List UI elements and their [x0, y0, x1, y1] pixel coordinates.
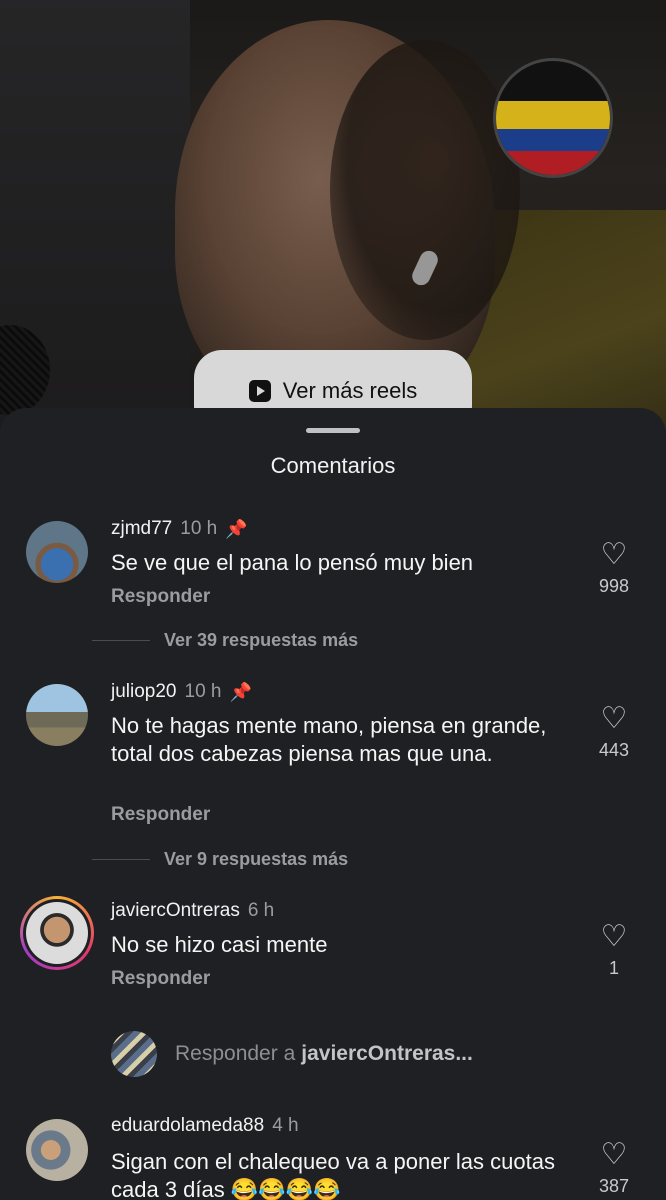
view-replies-button[interactable]: Ver 9 respuestas más	[92, 849, 348, 870]
view-replies-label: Ver 9 respuestas más	[164, 849, 349, 869]
view-replies-button[interactable]: Ver 39 respuestas más	[92, 630, 358, 651]
reply-input-row[interactable]: Responder a javiercOntreras...	[111, 1031, 473, 1077]
comment-text: No se hizo casi mente	[111, 932, 328, 957]
divider-line	[92, 859, 150, 860]
comment-time: 4 h	[272, 1115, 299, 1136]
view-replies-label: Ver 39 respuestas más	[164, 630, 359, 650]
like-button[interactable]: ♡ 387	[588, 1140, 640, 1197]
like-button[interactable]: ♡ 1	[588, 922, 640, 979]
like-count: 387	[598, 1176, 630, 1196]
avatar[interactable]	[26, 1119, 88, 1181]
like-count: 1	[608, 958, 619, 978]
heart-outline-icon: ♡	[600, 538, 628, 571]
comment-meta: zjmd77 10 h 📌	[111, 518, 248, 540]
comment-time: 10 h	[184, 681, 222, 702]
comment-meta: eduardolameda88 4 h	[111, 1115, 299, 1137]
comment-text: No te hagas mente mano, piensa en grande…	[111, 713, 547, 766]
avatar[interactable]	[26, 521, 88, 583]
sheet-drag-handle[interactable]	[306, 428, 360, 433]
heart-outline-icon: ♡	[600, 702, 628, 735]
pin-icon: 📌	[229, 681, 252, 702]
comment-username[interactable]: eduardolameda88	[111, 1115, 264, 1137]
comment-meta: juliop20 10 h 📌	[111, 681, 252, 703]
comment-time: 6 h	[247, 900, 275, 921]
current-user-avatar	[111, 1031, 157, 1077]
like-button[interactable]: ♡ 443	[588, 704, 640, 761]
like-count: 443	[598, 740, 630, 760]
avatar	[26, 902, 88, 964]
reply-prompt-target: javiercOntreras...	[301, 1042, 473, 1065]
comment-username[interactable]: juliop20	[111, 681, 177, 703]
heart-outline-icon: ♡	[600, 1138, 628, 1171]
reply-prompt-label: Responder a	[175, 1042, 296, 1065]
avatar[interactable]	[26, 684, 88, 746]
like-count: 998	[598, 576, 630, 596]
reply-button[interactable]: Responder	[111, 804, 210, 826]
reply-button[interactable]: Responder	[111, 968, 210, 990]
channel-logo	[493, 58, 613, 178]
sheet-title: Comentarios	[270, 453, 396, 478]
story-ring[interactable]	[20, 896, 94, 970]
comment-username[interactable]: javiercOntreras	[111, 900, 240, 922]
reels-icon	[248, 380, 271, 402]
reply-button[interactable]: Responder	[111, 586, 210, 608]
see-more-reels-label: Ver más reels	[282, 378, 418, 403]
comment-time: 10 h	[180, 518, 218, 539]
comment-meta: javiercOntreras 6 h	[111, 900, 274, 922]
comment-text: Se ve que el pana lo pensó muy bien	[111, 550, 474, 575]
comments-sheet: Comentarios zjmd77 10 h 📌 Se ve que el p…	[0, 408, 666, 1200]
divider-line	[92, 640, 150, 641]
like-button[interactable]: ♡ 998	[588, 540, 640, 597]
pin-icon: 📌	[225, 518, 248, 539]
comment-username[interactable]: zjmd77	[111, 518, 172, 540]
comment-text: Sigan con el chalequeo va a poner las cu…	[111, 1149, 555, 1200]
heart-outline-icon: ♡	[600, 920, 628, 953]
